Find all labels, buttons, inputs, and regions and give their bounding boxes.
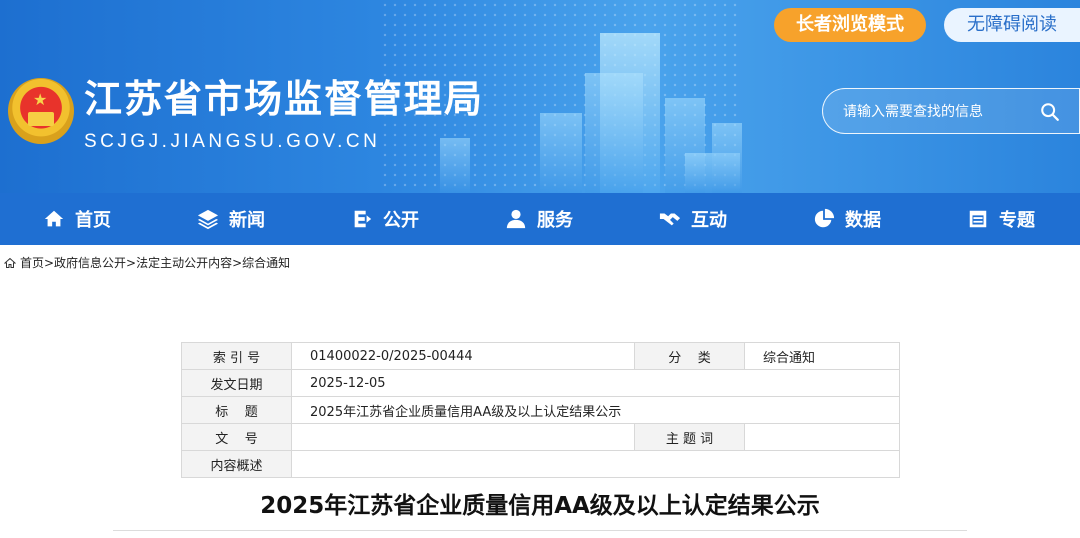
nav-item-data[interactable]: 数据 <box>770 193 924 245</box>
divider <box>113 530 967 531</box>
docno-value <box>291 423 635 451</box>
nav-item-label: 公开 <box>383 210 419 231</box>
index-value: 01400022-0/2025-00444 <box>291 342 635 370</box>
docno-label: 文 号 <box>181 423 292 451</box>
table-row: 标 题 2025年江苏省企业质量信用AA级及以上认定结果公示 <box>181 396 900 424</box>
nav-item-label: 新闻 <box>229 210 265 231</box>
home-icon <box>44 210 64 227</box>
nav-item-home[interactable]: 首页 <box>0 193 154 245</box>
accessibility-button[interactable]: 无障碍阅读 <box>944 8 1080 42</box>
search-box <box>822 88 1080 134</box>
nav-item-label: 首页 <box>75 210 111 231</box>
category-value: 综合通知 <box>744 342 900 370</box>
skyline-decoration <box>540 113 582 193</box>
summary-value <box>291 450 900 478</box>
document-meta-table: 索 引 号 01400022-0/2025-00444 分 类 综合通知 发文日… <box>181 342 900 478</box>
table-row: 索 引 号 01400022-0/2025-00444 分 类 综合通知 <box>181 342 900 370</box>
emblem-gate-icon <box>28 112 54 126</box>
category-label: 分 类 <box>634 342 745 370</box>
table-row: 文 号 主 题 词 <box>181 423 900 451</box>
open-icon <box>354 210 372 228</box>
home-icon <box>4 257 16 268</box>
summary-label: 内容概述 <box>181 450 292 478</box>
nav-item-label: 数据 <box>845 210 881 231</box>
search-input[interactable] <box>843 101 1033 123</box>
breadcrumb-path[interactable]: 首页>政府信息公开>法定主动公开内容>综合通知 <box>20 254 290 271</box>
skyline-decoration <box>600 33 660 193</box>
site-title[interactable]: 江苏省市场监督管理局 <box>84 76 484 122</box>
nav-item-label: 服务 <box>537 210 573 231</box>
nav-item-news[interactable]: 新闻 <box>154 193 308 245</box>
pie-chart-icon <box>814 208 835 228</box>
nav-item-service[interactable]: 服务 <box>462 193 616 245</box>
subject-label: 主 题 词 <box>634 423 745 451</box>
table-row: 发文日期 2025-12-05 <box>181 369 900 397</box>
table-row: 内容概述 <box>181 450 900 478</box>
window-icon <box>969 210 987 228</box>
site-domain: SCJGJ.JIANGSU.GOV.CN <box>84 131 381 152</box>
national-emblem-logo[interactable]: ★ <box>8 78 74 144</box>
nav-item-interact[interactable]: 互动 <box>616 193 770 245</box>
search-icon[interactable] <box>1039 101 1061 123</box>
article-title: 2025年江苏省企业质量信用AA级及以上认定结果公示 <box>260 493 820 519</box>
subject-value <box>744 423 900 451</box>
skyline-decoration <box>712 123 742 193</box>
nav-item-label: 互动 <box>691 210 727 231</box>
user-icon <box>506 209 526 229</box>
nav-item-topic[interactable]: 专题 <box>924 193 1078 245</box>
emblem-star-icon: ★ <box>33 90 48 109</box>
title-value: 2025年江苏省企业质量信用AA级及以上认定结果公示 <box>291 396 900 424</box>
site-header: ★ 江苏省市场监督管理局 SCJGJ.JIANGSU.GOV.CN 长者浏览模式… <box>0 0 1080 193</box>
date-value: 2025-12-05 <box>291 369 900 397</box>
layers-icon <box>197 209 219 230</box>
handshake-icon <box>659 213 681 226</box>
date-label: 发文日期 <box>181 369 292 397</box>
breadcrumb: 首页>政府信息公开>法定主动公开内容>综合通知 <box>4 254 290 271</box>
elder-mode-button[interactable]: 长者浏览模式 <box>774 8 926 42</box>
skyline-decoration <box>440 138 470 193</box>
index-label: 索 引 号 <box>181 342 292 370</box>
title-label: 标 题 <box>181 396 292 424</box>
nav-item-open[interactable]: 公开 <box>308 193 462 245</box>
main-nav: 首页 新闻 公开 服务 互动 数据 专题 <box>0 193 1080 245</box>
nav-item-label: 专题 <box>999 210 1035 231</box>
